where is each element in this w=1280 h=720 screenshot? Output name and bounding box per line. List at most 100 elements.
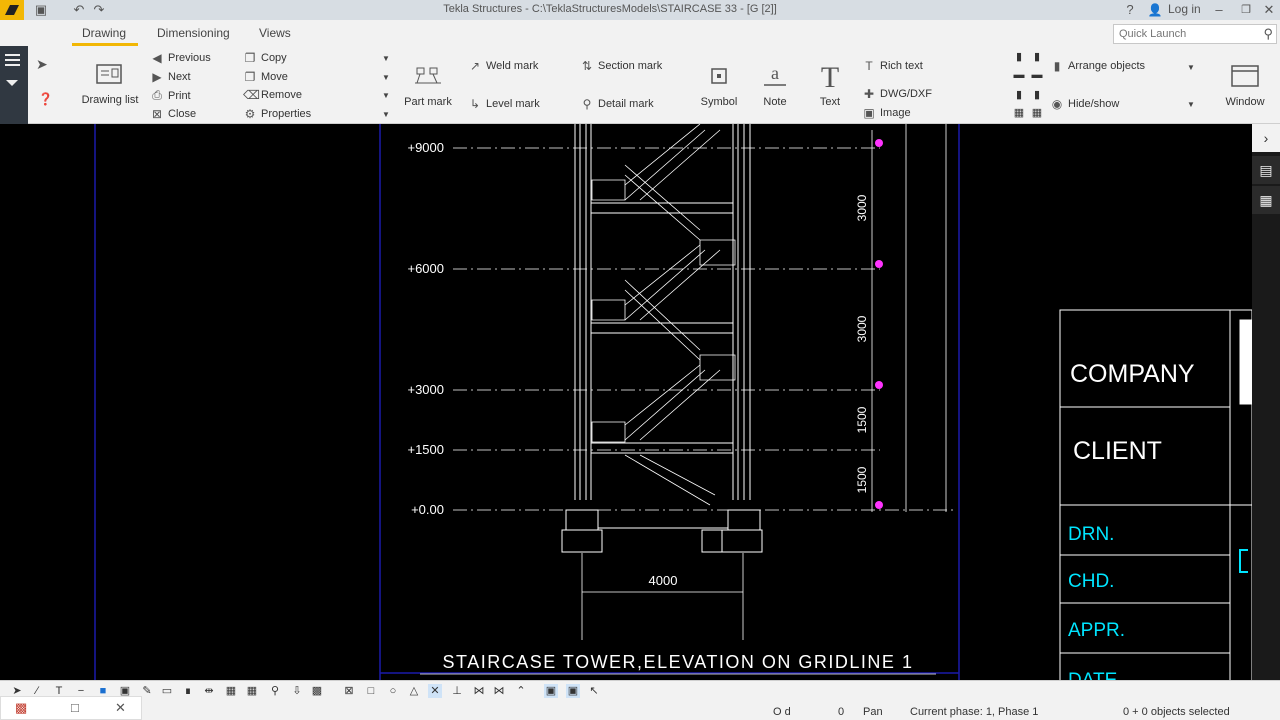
align-bottom-icon[interactable]: ▬ (1012, 68, 1026, 82)
status-value: 0 (838, 706, 845, 718)
eye-icon: ◉ (1051, 97, 1063, 111)
remove-icon: ⌫ (243, 88, 260, 102)
close-icon[interactable]: ✕ (115, 700, 126, 716)
status-phase[interactable]: Current phase: 1, Phase 1 (910, 706, 1038, 718)
copy-dropdown-icon[interactable]: ▼ (382, 54, 390, 63)
detail-mark-button[interactable]: ⚲ Detail mark (580, 97, 654, 111)
level-mark-button[interactable]: ↳ Level mark (468, 97, 540, 111)
snap-arc-icon[interactable]: ⌃ (514, 684, 528, 698)
weld-mark-button[interactable]: ↗ Weld mark (468, 59, 538, 73)
stair-flights (591, 124, 736, 506)
align-top-icon[interactable]: ▮ (1030, 50, 1044, 64)
snap-ref-icon[interactable]: ▣ (544, 684, 558, 698)
save-icon[interactable]: ▣ (32, 2, 50, 18)
search-icon[interactable]: ⚲ (1263, 26, 1273, 42)
distribute-v-icon[interactable]: ▮ (1030, 88, 1044, 102)
contextual-help-icon[interactable]: ❓ (38, 92, 58, 112)
restore-icon[interactable]: □ (71, 700, 79, 715)
arrange-icon: ▮ (1053, 59, 1061, 73)
properties-label: Properties (261, 108, 312, 120)
hamburger-menu-icon[interactable] (5, 54, 20, 86)
align-right-icon[interactable]: ▬ (1030, 68, 1044, 82)
title-block-date: DATE (1068, 670, 1117, 680)
tab-drawing[interactable]: Drawing (82, 26, 126, 40)
app-logo[interactable] (0, 0, 24, 20)
snap-extension-icon[interactable]: ⋈ (472, 684, 486, 698)
align-left-icon[interactable]: ▮ (1012, 50, 1026, 64)
arrange-dropdown-icon[interactable]: ▼ (1187, 63, 1195, 72)
quick-launch-box[interactable]: ⚲ (1113, 24, 1277, 44)
pencil-tool-icon[interactable]: ✎ (140, 684, 154, 698)
remove-button[interactable]: ⌫ Remove (243, 88, 302, 102)
next-button[interactable]: ▶ Next (150, 70, 190, 84)
ungroup-icon[interactable]: ▦ (1030, 106, 1044, 120)
rich-text-button[interactable]: T Rich text (862, 59, 922, 73)
login-link[interactable]: Log in (1168, 2, 1201, 16)
tab-dimensioning[interactable]: Dimensioning (157, 26, 230, 40)
minimize-button[interactable]: – (1210, 2, 1228, 18)
close-window-button[interactable]: ✕ (1260, 2, 1278, 18)
snap-geometry-icon[interactable]: ▣ (566, 684, 580, 698)
grid-snap-icon[interactable]: ∎ (181, 684, 195, 698)
snap-intersection-icon[interactable]: ✕ (428, 684, 442, 698)
catalog-icon[interactable]: ▤ (1252, 156, 1280, 184)
dwg-dxf-button[interactable]: ✚ DWG/DXF (862, 87, 932, 101)
previous-label: Previous (168, 52, 211, 64)
section-mark-button[interactable]: ⇅ Section mark (580, 59, 662, 73)
group-icon[interactable]: ▦ (1012, 106, 1026, 120)
snap-perpendicular-icon[interactable]: ⊥ (450, 684, 464, 698)
tab-views[interactable]: Views (259, 26, 291, 40)
image-button[interactable]: ▣ Image (862, 106, 910, 120)
user-icon: 👤 (1147, 3, 1163, 17)
right-side-panel: › ▤ ▦ (1252, 124, 1280, 680)
part-mark-button[interactable]: Part mark (402, 56, 454, 108)
rectangle-tool-icon[interactable]: ▭ (160, 684, 174, 698)
help-button[interactable]: ? (1121, 2, 1139, 18)
level-label-9000: +9000 (407, 140, 444, 155)
redo-icon[interactable]: ↷ (90, 2, 108, 18)
print-button[interactable]: ⎙ Print (150, 88, 190, 103)
properties-button[interactable]: ⚙ Properties (243, 107, 312, 121)
hide-show-dropdown-icon[interactable]: ▼ (1187, 100, 1195, 109)
snap-triangle-icon[interactable]: △ (407, 684, 421, 698)
maximize-button[interactable]: ❐ (1237, 2, 1255, 18)
beams (590, 202, 734, 454)
text-button[interactable]: T Text (813, 56, 847, 108)
grid-lines-icon[interactable]: ▦ (245, 684, 259, 698)
select-pointer-icon[interactable]: ➤ (36, 56, 56, 76)
arrange-objects-button[interactable]: ▮ Arrange objects (1050, 59, 1145, 73)
title-block-appr: APPR. (1068, 620, 1125, 641)
drawing-list-icon (78, 54, 142, 94)
previous-button[interactable]: ◀ Previous (150, 51, 211, 65)
copy-button[interactable]: ❐ Copy (243, 51, 287, 65)
undo-icon[interactable]: ↶ (70, 2, 88, 18)
move-dropdown-icon[interactable]: ▼ (382, 73, 390, 82)
zoom-icon[interactable]: ⚲ (268, 684, 282, 698)
pattern-icon[interactable]: ▩ (310, 684, 324, 698)
distribute-icon[interactable]: ▮ (1012, 88, 1026, 102)
quick-launch-input[interactable] (1114, 25, 1254, 43)
drawing-list-button[interactable]: Drawing list (78, 54, 142, 106)
close-drawing-button[interactable]: ⊠ Close (150, 107, 196, 121)
detail-mark-label: Detail mark (598, 98, 654, 110)
hide-show-button[interactable]: ◉ Hide/show (1050, 97, 1120, 111)
snap-free-icon[interactable]: ↖ (587, 684, 601, 698)
window-button[interactable]: Window (1219, 56, 1271, 108)
expand-panel-icon[interactable]: › (1252, 124, 1280, 152)
drawing-canvas[interactable]: +9000 +6000 +3000 +1500 +0.00 4000 3000 … (0, 124, 1252, 680)
snap-nearest-icon[interactable]: ⋈ (492, 684, 506, 698)
snap-square-icon[interactable]: □ (364, 684, 378, 698)
grid-icon[interactable]: ▦ (224, 684, 238, 698)
symbol-button[interactable]: Symbol (697, 56, 741, 108)
measure-icon[interactable]: ⇹ (202, 684, 216, 698)
snap-circle-icon[interactable]: ○ (386, 684, 400, 698)
move-button[interactable]: ❐ Move (243, 70, 288, 84)
svg-text:a: a (771, 63, 779, 83)
remove-dropdown-icon[interactable]: ▼ (382, 91, 390, 100)
drawing-app-icon[interactable]: ▩ (15, 700, 27, 716)
properties-panel-icon[interactable]: ▦ (1252, 186, 1280, 214)
snap-endpoint-icon[interactable]: ⊠ (342, 684, 356, 698)
note-button[interactable]: a Note (755, 56, 795, 108)
pan-icon[interactable]: ⇩ (290, 684, 304, 698)
properties-dropdown-icon[interactable]: ▼ (382, 110, 390, 119)
